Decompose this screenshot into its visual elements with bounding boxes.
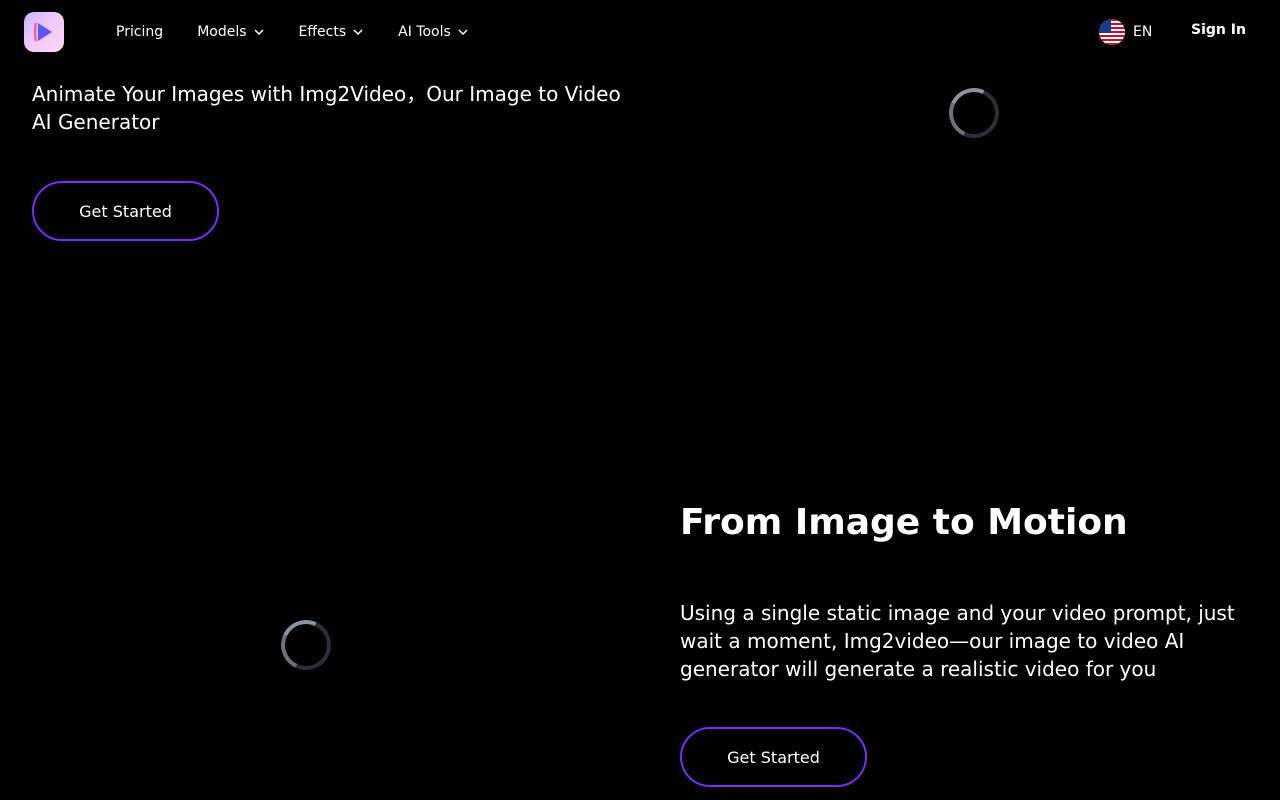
get-started-button[interactable]: Get Started: [32, 181, 219, 241]
main-nav: Pricing Models Effects AI Tools: [116, 0, 503, 64]
nav-item-label: Pricing: [116, 24, 164, 40]
chevron-down-icon: [254, 29, 264, 36]
language-label: EN: [1133, 24, 1153, 40]
loading-spinner-icon: [273, 612, 339, 678]
chevron-down-icon: [458, 29, 468, 36]
loading-spinner-icon: [941, 80, 1007, 146]
nav-item-effects[interactable]: Effects: [299, 24, 365, 40]
nav-item-ai-tools[interactable]: AI Tools: [398, 24, 469, 40]
play-logo-icon: [33, 22, 52, 42]
nav-item-label: AI Tools: [398, 24, 451, 40]
language-selector[interactable]: EN: [1099, 19, 1152, 45]
section-description: Using a single static image and your vid…: [680, 601, 1235, 681]
section-title: From Image to Motion: [680, 502, 1128, 543]
logo[interactable]: [24, 12, 64, 52]
hero-description: Animate Your Images with Img2Video，Our I…: [32, 82, 621, 134]
sign-in-link[interactable]: Sign In: [1191, 22, 1246, 38]
nav-item-pricing[interactable]: Pricing: [116, 24, 163, 40]
top-navbar: Pricing Models Effects AI Tools EN Sign …: [0, 0, 1280, 64]
nav-item-label: Effects: [298, 24, 347, 40]
get-started-button[interactable]: Get Started: [680, 727, 867, 787]
us-flag-icon: [1099, 19, 1125, 45]
nav-item-models[interactable]: Models: [197, 24, 264, 40]
chevron-down-icon: [353, 29, 363, 36]
nav-item-label: Models: [197, 24, 247, 40]
